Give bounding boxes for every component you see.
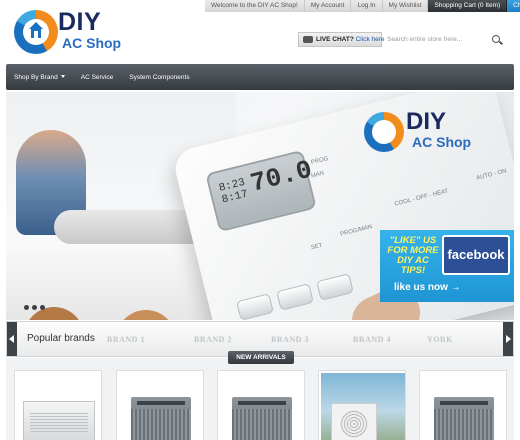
nav-item-label: Shop By Brand: [14, 73, 58, 81]
product-image[interactable]: [434, 397, 494, 440]
slider-dots: [24, 305, 45, 310]
search-input[interactable]: Search entire store here...: [387, 36, 462, 43]
brand-item[interactable]: YORK: [427, 335, 453, 344]
hero-banner[interactable]: 8:23 8:17 70.0 PROG MAN COOL - OFF - HEAT…: [6, 92, 514, 320]
search-icon[interactable]: [492, 35, 500, 43]
live-chat-label: LIVE CHAT?: [316, 36, 354, 43]
logo-line2: AC Shop: [62, 35, 122, 51]
brand-item[interactable]: BRAND 4: [353, 335, 391, 344]
brands-next-arrow-icon[interactable]: [503, 322, 513, 356]
thermostat-time: 8:23 8:17: [217, 176, 250, 207]
product-card[interactable]: [318, 370, 406, 440]
page: Welcome to the DIY AC Shop! My Account L…: [0, 0, 520, 440]
main-nav: Shop By Brand AC Service System Componen…: [6, 64, 514, 90]
new-arrivals-section: [6, 358, 514, 440]
product-card[interactable]: [116, 370, 204, 440]
slider-dot[interactable]: [32, 305, 37, 310]
chat-bubble-icon: [303, 36, 313, 43]
product-card[interactable]: [419, 370, 507, 440]
nav-item-label: AC Service: [80, 73, 114, 81]
product-image[interactable]: [23, 401, 95, 440]
facebook-cta[interactable]: like us now →: [394, 282, 461, 293]
chevron-down-icon: [60, 75, 65, 79]
nav-item-ac-service[interactable]: AC Service: [73, 74, 122, 81]
house-icon: [29, 22, 43, 38]
brand-item[interactable]: BRAND 2: [194, 335, 232, 344]
product-image[interactable]: [232, 397, 292, 440]
live-chat-button[interactable]: LIVE CHAT? Click here: [298, 32, 385, 47]
product-card[interactable]: [14, 370, 102, 440]
mini-split-unit: [331, 403, 377, 440]
nav-item-shop-by-brand[interactable]: Shop By Brand: [6, 74, 73, 81]
hero-logo-line1: DIY: [406, 108, 447, 135]
hero-logo-line2: AC Shop: [412, 134, 472, 150]
site-logo[interactable]: DIY AC Shop: [14, 8, 132, 54]
checkout-link[interactable]: Checkout: [507, 0, 520, 12]
popular-brands-title: Popular brands: [27, 333, 95, 344]
hero-logo: DIY AC Shop: [364, 108, 490, 156]
login-link[interactable]: Log In: [351, 0, 383, 12]
logo-swirl-icon: [364, 112, 404, 152]
facebook-promo-text: "LIKE" US FOR MORE DIY AC TIPS!: [387, 235, 439, 276]
thermostat-temperature: 70.0: [247, 154, 316, 199]
brand-item[interactable]: BRAND 3: [271, 335, 309, 344]
facebook-promo[interactable]: "LIKE" US FOR MORE DIY AC TIPS! facebook…: [380, 230, 514, 302]
shopping-cart-link[interactable]: Shopping Cart (0 Item): [428, 0, 508, 12]
my-account-link[interactable]: My Account: [304, 0, 352, 12]
product-image[interactable]: [131, 397, 191, 440]
facebook-logo: facebook: [442, 235, 510, 275]
nav-item-system-components[interactable]: System Components: [121, 74, 197, 81]
brands-prev-arrow-icon[interactable]: [7, 322, 17, 356]
new-arrivals-label: NEW ARRIVALS: [228, 351, 294, 364]
top-links-bar: Welcome to the DIY AC Shop! My Account L…: [205, 0, 520, 12]
slider-dot[interactable]: [24, 305, 29, 310]
live-chat-link[interactable]: Click here: [356, 36, 385, 43]
nav-item-label: System Components: [129, 73, 190, 81]
logo-line1: DIY: [58, 8, 102, 36]
search-box[interactable]: Search entire store here...: [384, 32, 506, 47]
product-card[interactable]: [217, 370, 305, 440]
brand-item[interactable]: BRAND 1: [107, 335, 145, 344]
wishlist-link[interactable]: My Wishlist: [382, 0, 429, 12]
product-image[interactable]: [321, 373, 405, 440]
slider-dot[interactable]: [40, 305, 45, 310]
welcome-text: Welcome to the DIY AC Shop!: [205, 0, 305, 12]
